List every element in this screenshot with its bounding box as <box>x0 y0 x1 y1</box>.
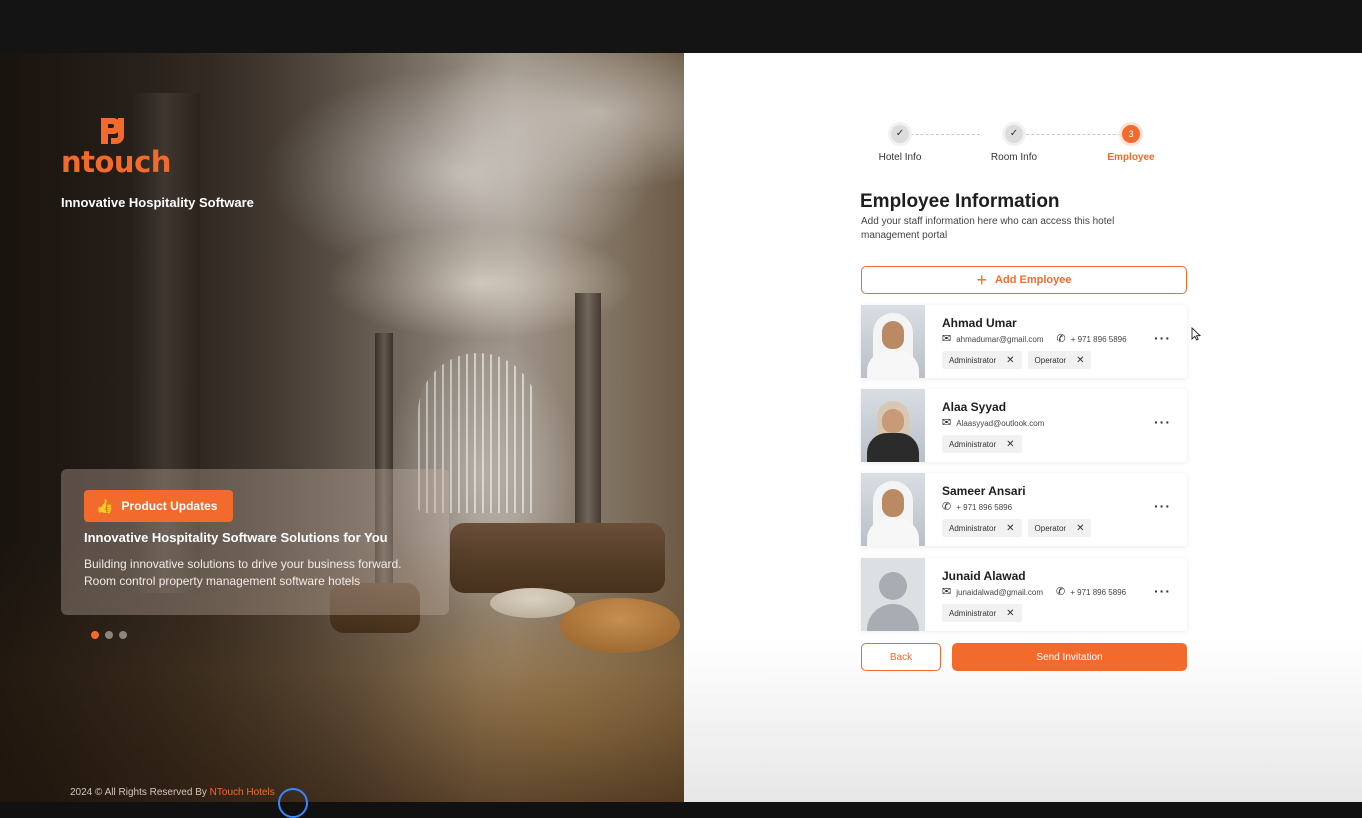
email-icon: ✉ <box>942 417 952 429</box>
step-label: Employee <box>1107 152 1155 163</box>
remove-role-icon[interactable]: ✕ <box>1006 523 1014 534</box>
role-tags: Administrator ✕ Operator ✕ <box>942 519 1092 537</box>
employee-card[interactable]: Alaa Syyad ✉ Alaasyyad@outlook.com Admin… <box>861 389 1187 462</box>
phone-icon: ✆ <box>942 501 952 513</box>
carousel-dot-3[interactable] <box>119 631 127 639</box>
more-options-icon[interactable]: ··· <box>1154 584 1171 598</box>
role-tag: Administrator ✕ <box>942 435 1022 453</box>
placeholder-body <box>867 604 919 631</box>
more-options-icon[interactable]: ··· <box>1154 499 1171 513</box>
carousel-dots <box>91 631 127 639</box>
carousel-dot-2[interactable] <box>105 631 113 639</box>
step-number: 3 <box>1122 125 1140 143</box>
employee-contact: ✉ ahmadumar@gmail.com ✆ + 971 896 5896 <box>942 334 1127 345</box>
step-room-info[interactable]: ✓ Room Info <box>974 124 1054 163</box>
progress-stepper: ✓ Hotel Info ✓ Room Info 3 Employee <box>866 124 1168 164</box>
employee-photo <box>861 389 925 462</box>
step-employee[interactable]: 3 Employee <box>1091 124 1171 163</box>
logo-wordmark: ntouch <box>61 145 171 179</box>
back-button[interactable]: Back <box>861 643 941 671</box>
copyright-text: 2024 © All Rights Reserved By NTouch Hot… <box>70 787 275 798</box>
remove-role-icon[interactable]: ✕ <box>1076 355 1084 366</box>
face-shape <box>882 409 904 433</box>
remove-role-icon[interactable]: ✕ <box>1006 608 1014 619</box>
employee-contact: ✉ junaidalwad@gmail.com ✆ + 971 896 5896 <box>942 587 1126 598</box>
role-label: Administrator <box>949 608 997 618</box>
page-description: Add your staff information here who can … <box>861 216 1115 241</box>
add-employee-button[interactable]: + Add Employee <box>861 266 1187 294</box>
promo-card: 👍 Product Updates Innovative Hospitality… <box>61 469 449 615</box>
employee-phone: + 971 896 5896 <box>1070 588 1127 597</box>
role-tag: Administrator ✕ <box>942 604 1022 622</box>
promo-title: Innovative Hospitality Software Solution… <box>84 530 388 545</box>
employee-contact: ✉ Alaasyyad@outlook.com <box>942 418 1044 429</box>
thumbs-up-icon: 👍 <box>96 497 114 514</box>
role-tag: Operator ✕ <box>1027 519 1092 537</box>
cursor-ring <box>278 788 308 818</box>
logo-mark-icon <box>101 118 124 144</box>
role-tag: Administrator ✕ <box>942 351 1022 369</box>
page-title: Employee Information <box>860 191 1060 212</box>
ntouch-logo: ntouch <box>61 116 173 178</box>
employee-photo <box>861 473 925 546</box>
promo-description: Building innovative solutions to drive y… <box>84 557 402 588</box>
employee-card[interactable]: Ahmad Umar ✉ ahmadumar@gmail.com ✆ + 971… <box>861 305 1187 378</box>
employee-contact: ✆ + 971 896 5896 <box>942 502 1012 513</box>
role-label: Administrator <box>949 523 997 533</box>
step-label: Hotel Info <box>878 152 922 163</box>
carousel-dot-1[interactable] <box>91 631 99 639</box>
copyright-label: 2024 © All Rights Reserved By <box>70 787 210 798</box>
step-hotel-info[interactable]: ✓ Hotel Info <box>860 124 940 163</box>
role-label: Operator <box>1034 523 1067 533</box>
brand-tagline: Innovative Hospitality Software <box>61 195 254 210</box>
role-tag: Administrator ✕ <box>942 519 1022 537</box>
employee-email: Alaasyyad@outlook.com <box>956 419 1045 428</box>
role-label: Administrator <box>949 439 997 449</box>
phone-icon: ✆ <box>1056 333 1066 345</box>
role-tags: Administrator ✕ Operator ✕ <box>942 351 1092 369</box>
mouse-cursor-icon <box>1191 327 1201 341</box>
badge-label: Product Updates <box>121 499 218 513</box>
employee-name: Junaid Alawad <box>942 569 1026 583</box>
body-shape <box>867 351 919 378</box>
employee-email: ahmadumar@gmail.com <box>956 335 1044 344</box>
phone-icon: ✆ <box>1056 586 1066 598</box>
employee-phone: + 971 896 5896 <box>956 503 1013 512</box>
placeholder-head <box>879 572 907 600</box>
check-icon: ✓ <box>1005 125 1023 143</box>
plus-icon: + <box>976 270 988 290</box>
face-shape <box>882 321 904 349</box>
employee-card[interactable]: Junaid Alawad ✉ junaidalwad@gmail.com ✆ … <box>861 558 1187 631</box>
employee-name: Sameer Ansari <box>942 484 1026 498</box>
employee-name: Alaa Syyad <box>942 400 1007 414</box>
body-shape <box>867 519 919 546</box>
employee-name: Ahmad Umar <box>942 316 1017 330</box>
remove-role-icon[interactable]: ✕ <box>1006 439 1014 450</box>
more-options-icon[interactable]: ··· <box>1154 415 1171 429</box>
role-label: Operator <box>1034 355 1067 365</box>
step-label: Room Info <box>990 152 1038 163</box>
check-icon: ✓ <box>891 125 909 143</box>
send-invitation-button[interactable]: Send Invitation <box>952 643 1187 671</box>
role-tags: Administrator ✕ <box>942 604 1022 622</box>
remove-role-icon[interactable]: ✕ <box>1076 523 1084 534</box>
brand-link[interactable]: NTouch Hotels <box>210 787 275 798</box>
email-icon: ✉ <box>942 586 952 598</box>
role-label: Administrator <box>949 355 997 365</box>
role-tags: Administrator ✕ <box>942 435 1022 453</box>
product-updates-badge[interactable]: 👍 Product Updates <box>84 490 234 522</box>
employee-email: junaidalwad@gmail.com <box>956 588 1044 597</box>
employee-photo <box>861 305 925 378</box>
more-options-icon[interactable]: ··· <box>1154 331 1171 345</box>
email-icon: ✉ <box>942 333 952 345</box>
body-shape <box>867 433 919 462</box>
employee-card[interactable]: Sameer Ansari ✆ + 971 896 5896 Administr… <box>861 473 1187 546</box>
top-black-bar <box>0 0 1362 53</box>
role-tag: Operator ✕ <box>1027 351 1092 369</box>
face-shape <box>882 489 904 517</box>
employee-photo-placeholder <box>861 558 925 631</box>
add-employee-label: Add Employee <box>995 274 1072 286</box>
remove-role-icon[interactable]: ✕ <box>1006 355 1014 366</box>
employee-phone: + 971 896 5896 <box>1070 335 1127 344</box>
